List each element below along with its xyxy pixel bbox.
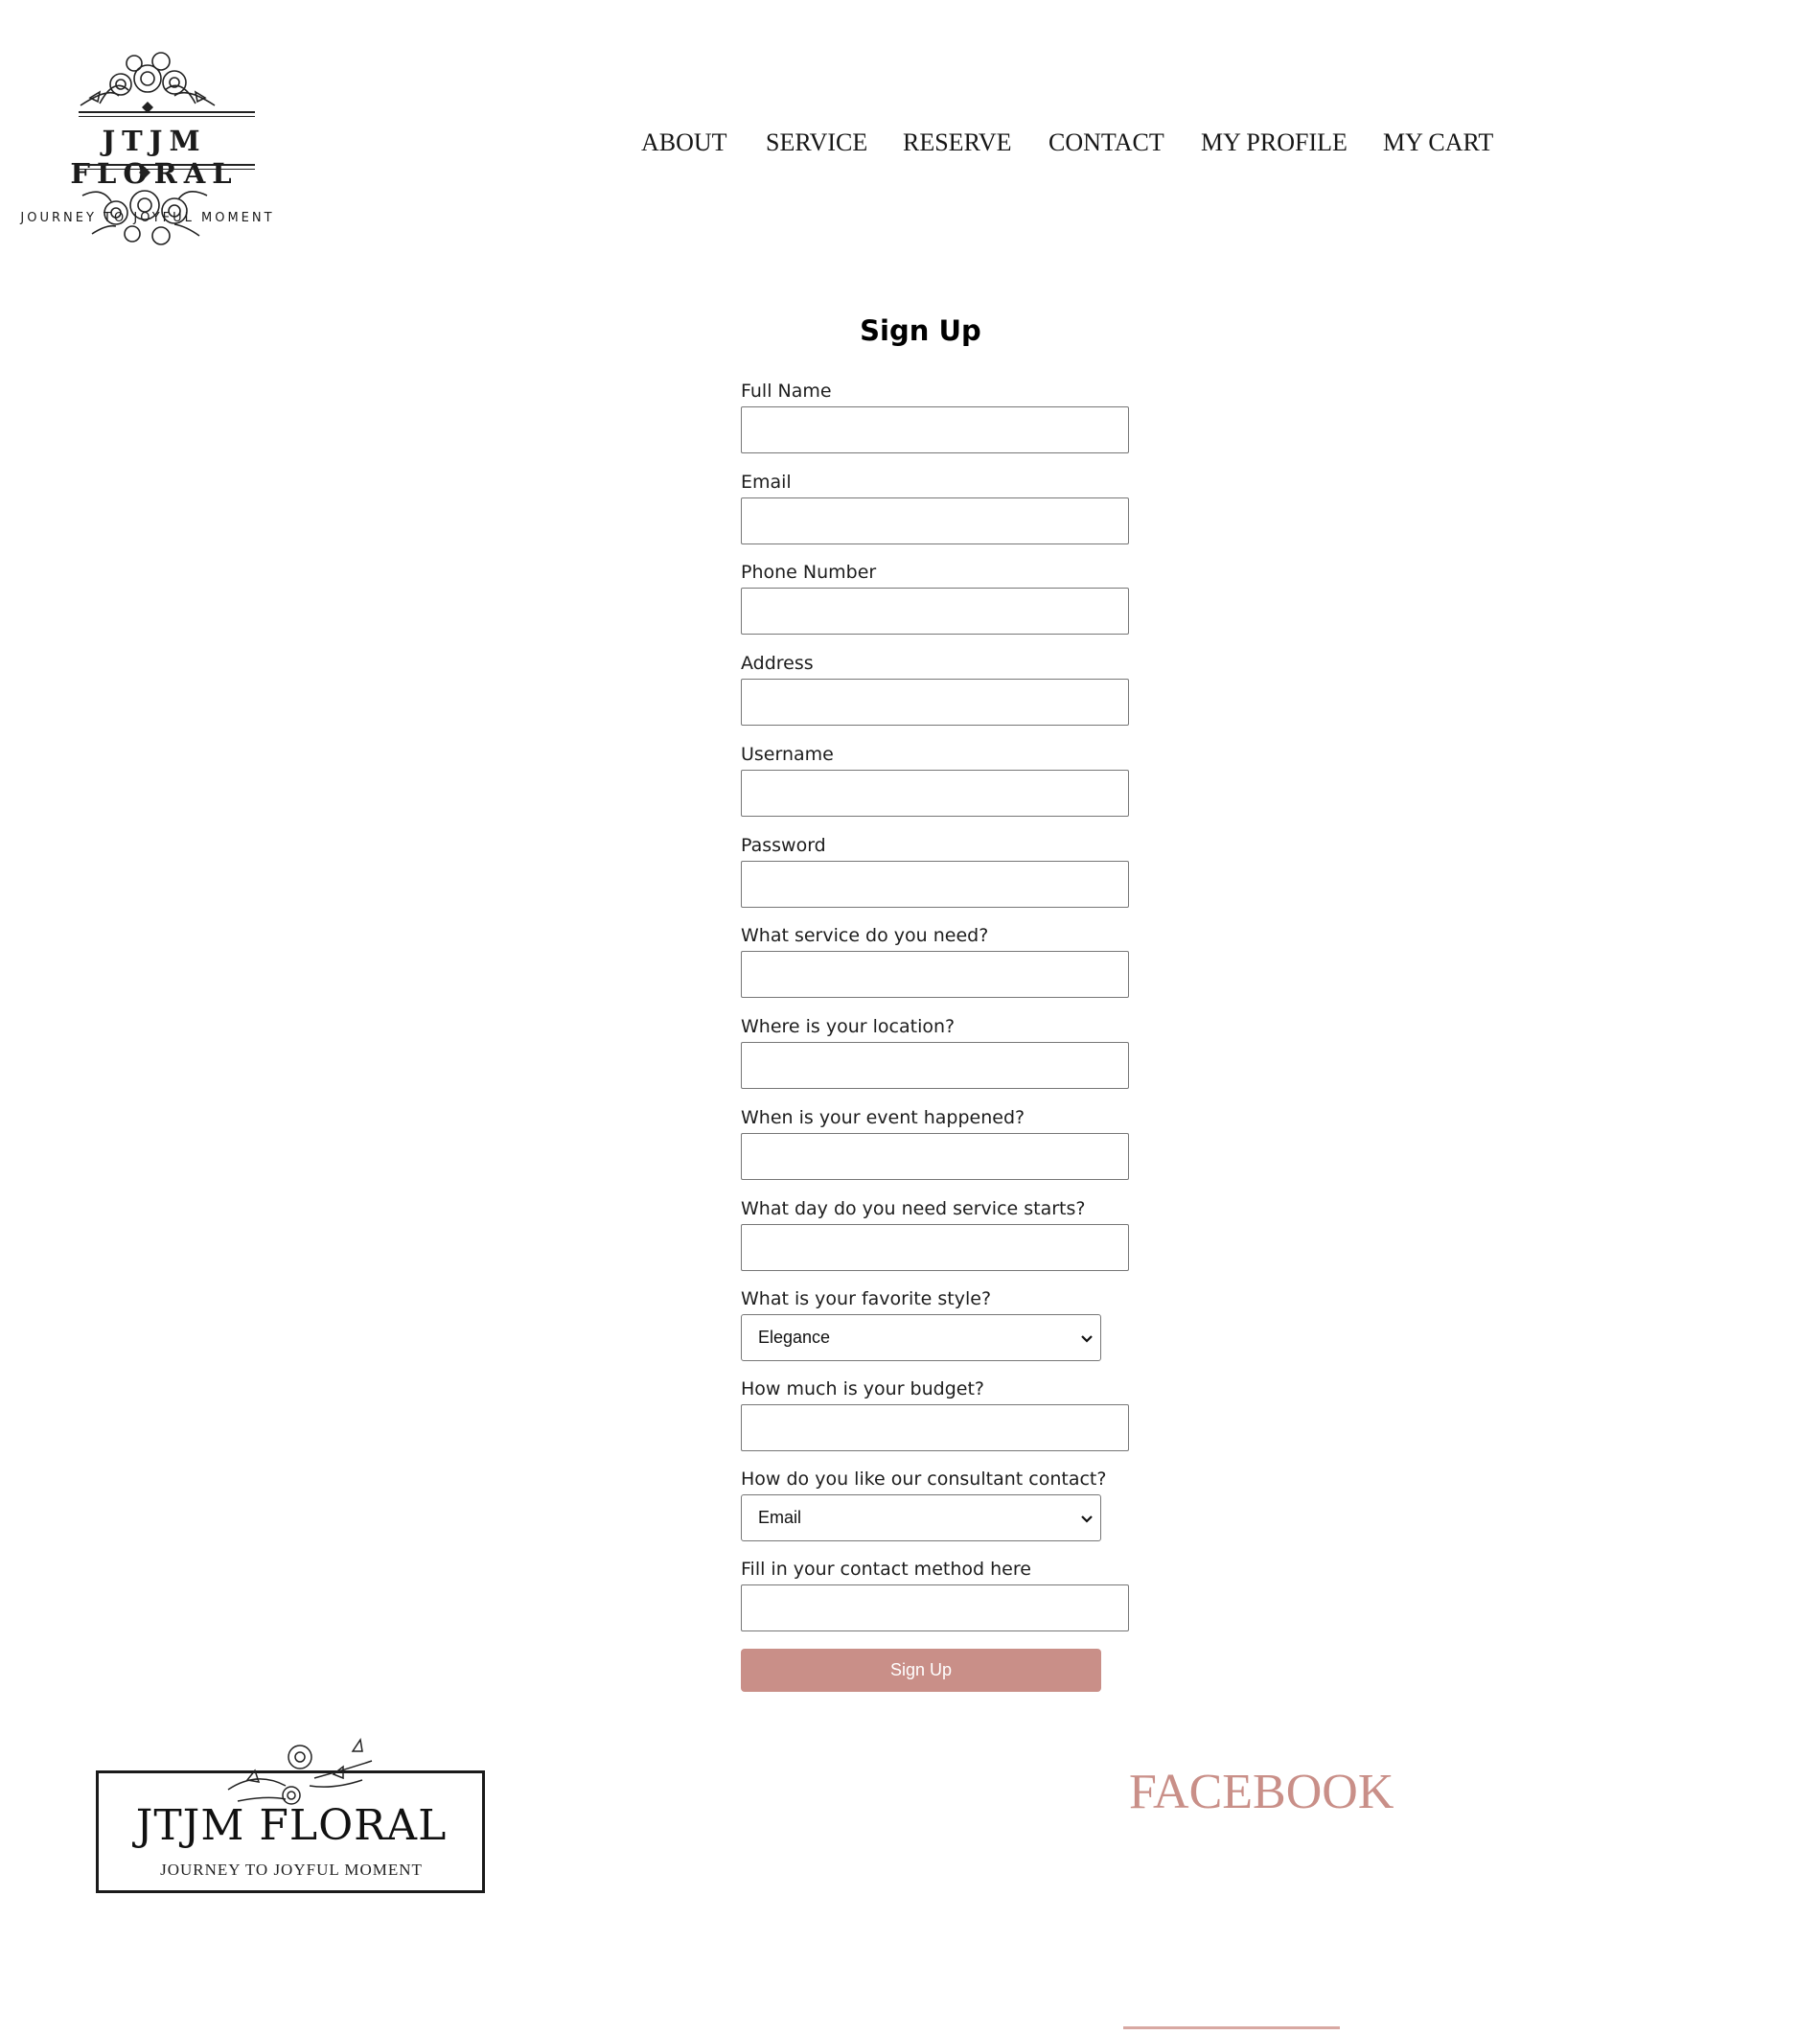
service-needed-field: What service do you need? [741, 924, 1134, 998]
username-label: Username [741, 744, 834, 765]
service-start-label: What day do you need service starts? [741, 1198, 1086, 1219]
full-name-label: Full Name [741, 381, 832, 402]
full-name-input[interactable] [741, 406, 1129, 453]
event-date-label: When is your event happened? [741, 1107, 1025, 1128]
budget-label: How much is your budget? [741, 1378, 984, 1399]
full-name-field: Full Name [741, 380, 1134, 453]
favorite-style-select[interactable]: Elegance [741, 1314, 1101, 1361]
chevron-down-icon [1081, 1335, 1093, 1343]
location-label: Where is your location? [741, 1016, 956, 1037]
nav-reserve[interactable]: RESERVE [903, 128, 1011, 157]
email-field: Email [741, 471, 1134, 544]
contact-preference-field: How do you like our consultant contact? … [741, 1468, 1134, 1541]
location-input[interactable] [741, 1042, 1129, 1089]
favorite-style-label: What is your favorite style? [741, 1288, 992, 1309]
header-tagline: JOURNEY TO JOYFUL MOMENT [20, 211, 275, 225]
service-start-field: What day do you need service starts? [741, 1197, 1134, 1271]
budget-field: How much is your budget? [741, 1377, 1134, 1451]
phone-number-input[interactable] [741, 588, 1129, 635]
address-field: Address [741, 652, 1134, 726]
password-label: Password [741, 835, 826, 856]
nav-service[interactable]: SERVICE [766, 128, 867, 157]
email-label: Email [741, 472, 792, 493]
nav-about[interactable]: ABOUT [641, 128, 727, 157]
sign-up-button[interactable]: Sign Up [741, 1649, 1101, 1692]
budget-input[interactable] [741, 1404, 1129, 1451]
address-label: Address [741, 653, 814, 674]
service-start-input[interactable] [741, 1224, 1129, 1271]
address-input[interactable] [741, 679, 1129, 726]
event-date-field: When is your event happened? [741, 1106, 1134, 1180]
contact-method-label: Fill in your contact method here [741, 1559, 1031, 1580]
nav-my-cart[interactable]: MY CART [1383, 128, 1493, 157]
footer-divider [1123, 2026, 1340, 2029]
facebook-link[interactable]: FACEBOOK [1129, 1764, 1394, 1820]
contact-method-field: Fill in your contact method here [741, 1558, 1134, 1631]
favorite-style-field: What is your favorite style? Elegance [741, 1287, 1134, 1361]
floral-ornament-icon [227, 1738, 373, 1805]
password-input[interactable] [741, 861, 1129, 908]
floral-ornament-icon [80, 52, 216, 113]
event-date-input[interactable] [741, 1133, 1129, 1180]
contact-preference-value: Email [758, 1508, 802, 1527]
service-needed-input[interactable] [741, 951, 1129, 998]
nav-contact[interactable]: CONTACT [1048, 128, 1164, 157]
contact-preference-select[interactable]: Email [741, 1494, 1101, 1541]
header-logo[interactable]: JTJM FLORAL JOURNEY TO JOYFUL MOMENT [4, 48, 291, 245]
footer-brand: JTJM FLORAL [135, 1801, 448, 1850]
footer-logo[interactable]: JTJM FLORAL JOURNEY TO JOYFUL MOMENT [94, 1732, 492, 1900]
contact-method-input[interactable] [741, 1584, 1129, 1631]
chevron-down-icon [1081, 1515, 1093, 1523]
phone-number-field: Phone Number [741, 561, 1134, 635]
username-input[interactable] [741, 770, 1129, 817]
password-field: Password [741, 834, 1134, 908]
username-field: Username [741, 743, 1134, 817]
nav-my-profile[interactable]: MY PROFILE [1201, 128, 1348, 157]
form-title: Sign Up [860, 314, 981, 347]
location-field: Where is your location? [741, 1015, 1134, 1089]
footer-tagline: JOURNEY TO JOYFUL MOMENT [160, 1861, 423, 1879]
contact-preference-label: How do you like our consultant contact? [741, 1468, 1107, 1490]
email-input[interactable] [741, 497, 1129, 544]
service-needed-label: What service do you need? [741, 925, 989, 946]
phone-number-label: Phone Number [741, 562, 877, 583]
favorite-style-value: Elegance [758, 1328, 831, 1347]
